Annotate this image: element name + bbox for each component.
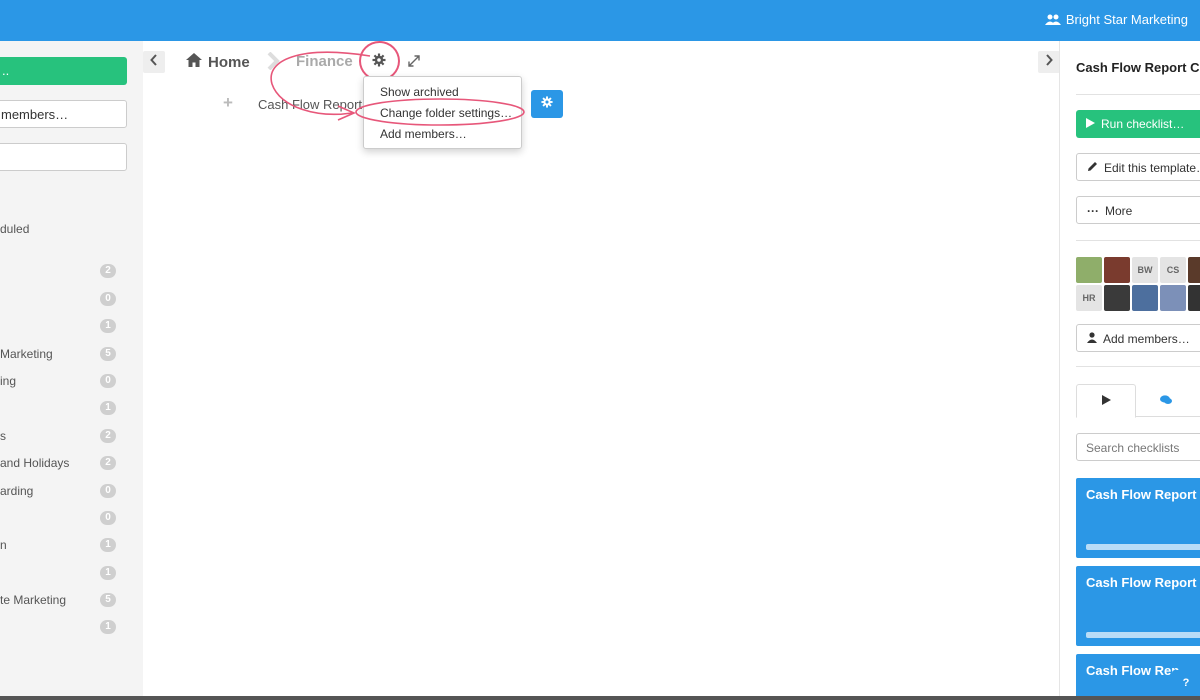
sidebar-count-badge: 1 bbox=[100, 566, 116, 580]
more-label: More bbox=[1105, 204, 1133, 218]
breadcrumb-home[interactable]: Home bbox=[186, 53, 250, 71]
sidebar-count-badge: 5 bbox=[100, 347, 116, 361]
left-sidebar: .. members… duled 2 0 1 Marketing 5 ing … bbox=[0, 41, 143, 700]
expand-icon[interactable] bbox=[408, 54, 420, 72]
breadcrumb-finance[interactable]: Finance bbox=[296, 53, 353, 70]
sidebar-count-badge: 1 bbox=[100, 620, 116, 634]
sidebar-item-label[interactable]: and Holidays bbox=[0, 456, 69, 470]
sidebar-count-badge: 0 bbox=[100, 374, 116, 388]
sidebar-item-label[interactable]: Marketing bbox=[0, 347, 53, 361]
item-settings-button[interactable] bbox=[531, 90, 563, 118]
folder-dropdown-menu: Show archived Change folder settings… Ad… bbox=[363, 76, 522, 149]
avatar[interactable] bbox=[1188, 285, 1200, 311]
avatar[interactable] bbox=[1132, 285, 1158, 311]
more-button[interactable]: ··· More bbox=[1076, 196, 1200, 224]
tab-comments[interactable] bbox=[1136, 384, 1196, 418]
annotation-arrow bbox=[270, 51, 525, 126]
add-members-button[interactable]: Add members… bbox=[1076, 324, 1200, 352]
menu-item-add-members[interactable]: Add members… bbox=[364, 126, 521, 147]
sidebar-item-label[interactable]: ing bbox=[0, 374, 16, 388]
sidebar-count-badge: 1 bbox=[100, 319, 116, 333]
edit-template-button[interactable]: Edit this template… bbox=[1076, 153, 1200, 181]
collapse-right-button[interactable] bbox=[1038, 51, 1060, 73]
org-switcher[interactable]: Bright Star Marketing bbox=[1044, 12, 1188, 27]
chevron-right-icon bbox=[1045, 53, 1053, 71]
avatar[interactable] bbox=[1104, 257, 1130, 283]
users-icon bbox=[1044, 14, 1061, 26]
menu-item-show-archived[interactable]: Show archived bbox=[364, 84, 521, 105]
gear-icon bbox=[541, 95, 553, 113]
sidebar-count-badge: 2 bbox=[100, 456, 116, 470]
avatar[interactable]: HR bbox=[1076, 285, 1102, 311]
sidebar-item-label[interactable]: te Marketing bbox=[0, 593, 66, 607]
highlight-circle bbox=[359, 41, 400, 81]
avatar[interactable] bbox=[1188, 257, 1200, 283]
collapse-left-button[interactable] bbox=[143, 51, 165, 73]
avatar[interactable] bbox=[1160, 285, 1186, 311]
sidebar-count-badge: 0 bbox=[100, 292, 116, 306]
right-panel: Cash Flow Report Cr Run checklist… Edit … bbox=[1059, 41, 1200, 700]
progress-bar bbox=[1086, 632, 1200, 638]
add-members-label: Add members… bbox=[1103, 332, 1190, 346]
sidebar-item-label[interactable]: n bbox=[0, 538, 7, 552]
right-panel-tabs bbox=[1076, 384, 1200, 418]
checklist-card-title: Cash Flow Report C bbox=[1086, 575, 1200, 590]
user-icon bbox=[1087, 332, 1097, 351]
checklist-card-title: Cash Flow Report C bbox=[1086, 487, 1200, 502]
run-checklist-label: Run checklist… bbox=[1101, 117, 1185, 131]
org-name: Bright Star Marketing bbox=[1065, 12, 1188, 27]
sidebar-item-label[interactable]: arding bbox=[0, 484, 33, 498]
sidebar-count-badge: 5 bbox=[100, 593, 116, 607]
progress-bar bbox=[1086, 544, 1200, 550]
home-icon bbox=[186, 53, 202, 71]
folder-item[interactable]: Cash Flow Report bbox=[258, 97, 362, 112]
divider bbox=[1076, 366, 1200, 367]
help-button[interactable]: ? bbox=[1172, 670, 1200, 695]
menu-item-change-folder-settings[interactable]: Change folder settings… bbox=[364, 105, 521, 126]
window-bottom-edge bbox=[0, 696, 1200, 700]
comments-icon bbox=[1160, 392, 1172, 410]
ellipsis-icon: ··· bbox=[1087, 204, 1099, 218]
play-icon bbox=[1101, 392, 1111, 410]
plus-icon[interactable]: + bbox=[223, 93, 233, 113]
divider bbox=[1076, 94, 1200, 95]
edit-template-label: Edit this template… bbox=[1104, 161, 1200, 175]
sidebar-count-badge: 1 bbox=[100, 401, 116, 415]
sidebar-count-badge: 0 bbox=[100, 484, 116, 498]
sidebar-count-badge: 1 bbox=[100, 538, 116, 552]
checklist-card[interactable]: Cash Flow Report C bbox=[1076, 478, 1200, 558]
play-icon bbox=[1086, 117, 1095, 138]
search-checklists-input[interactable]: Search checklists bbox=[1076, 433, 1200, 461]
add-members-button[interactable]: members… bbox=[0, 100, 127, 128]
sidebar-count-badge: 0 bbox=[100, 511, 116, 525]
avatar[interactable] bbox=[1104, 285, 1130, 311]
breadcrumb-separator-icon bbox=[266, 51, 280, 74]
avatar[interactable] bbox=[1076, 257, 1102, 283]
checklist-card-title: Cash Flow Rep bbox=[1086, 663, 1180, 678]
sidebar-item-label[interactable]: s bbox=[0, 429, 6, 443]
avatar[interactable]: BW bbox=[1132, 257, 1158, 283]
divider bbox=[1076, 240, 1200, 241]
tab-run[interactable] bbox=[1076, 384, 1136, 418]
sidebar-item-label[interactable]: duled bbox=[0, 222, 29, 236]
checklist-card[interactable]: Cash Flow Report C bbox=[1076, 566, 1200, 646]
chevron-left-icon bbox=[150, 53, 158, 71]
run-checklist-button[interactable]: Run checklist… bbox=[1076, 110, 1200, 138]
sidebar-count-badge: 2 bbox=[100, 429, 116, 443]
avatar[interactable]: CS bbox=[1160, 257, 1186, 283]
top-bar: Bright Star Marketing bbox=[0, 0, 1200, 41]
new-checklist-button[interactable]: .. bbox=[0, 57, 127, 85]
sidebar-search-input[interactable] bbox=[0, 143, 127, 171]
template-title: Cash Flow Report Cr bbox=[1076, 60, 1200, 75]
sidebar-count-badge: 2 bbox=[100, 264, 116, 278]
pencil-icon bbox=[1087, 161, 1098, 180]
breadcrumb-home-label: Home bbox=[208, 53, 250, 71]
